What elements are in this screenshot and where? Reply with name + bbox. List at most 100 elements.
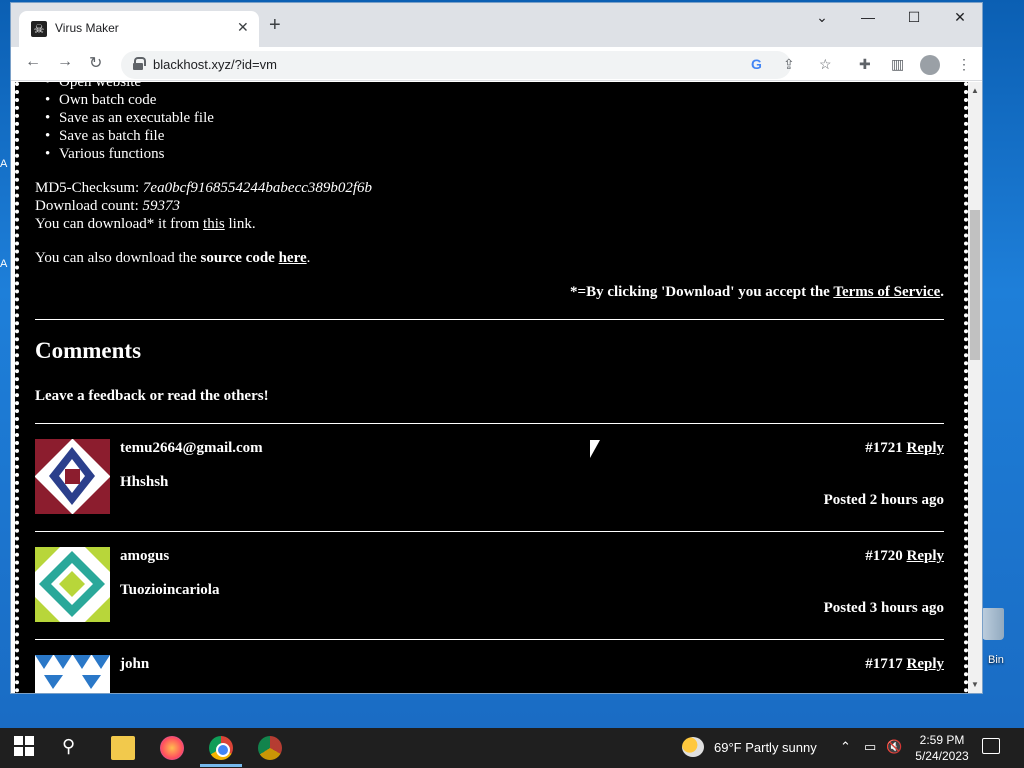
page-viewport: Open website Own batch code Save as an e… xyxy=(11,82,982,693)
desktop-icon-label[interactable]: A xyxy=(0,158,7,170)
menu-kebab-icon[interactable]: ⋮ xyxy=(957,56,971,73)
download-prefix: You can download* it from xyxy=(35,216,204,232)
reply-link[interactable]: Reply xyxy=(907,656,945,672)
file-explorer-icon[interactable] xyxy=(111,736,135,760)
reload-icon[interactable]: ↻ xyxy=(89,53,102,73)
mouse-cursor-icon xyxy=(590,440,600,458)
content-frame: Open website Own batch code Save as an e… xyxy=(15,82,968,693)
chevron-up-icon[interactable]: ⌃ xyxy=(840,739,851,755)
download-count-label: Download count: xyxy=(35,198,143,214)
source-bold: source code xyxy=(200,250,275,266)
source-prefix: You can also download the xyxy=(35,250,201,266)
comment: temu2664@gmail.com #1721 Reply Hhshsh Po… xyxy=(35,439,944,529)
google-lens-icon[interactable]: G xyxy=(751,56,762,72)
scrollbar-thumb[interactable] xyxy=(970,210,980,360)
scrollbar[interactable]: ▲ ▼ xyxy=(968,82,982,693)
content: Open website Own batch code Save as an e… xyxy=(35,82,944,693)
bookmark-star-icon[interactable]: ☆ xyxy=(819,56,832,73)
avatar xyxy=(35,655,110,693)
tab-strip: ☠ Virus Maker ✕ + ⌄ — ☐ ✕ xyxy=(11,3,982,47)
comment-meta: #1717 Reply xyxy=(865,656,944,673)
feature-item: Save as batch file xyxy=(45,128,164,145)
address-bar[interactable]: blackhost.xyz/?id=vm G ⇪ xyxy=(121,51,795,79)
weather-text[interactable]: 69°F Partly sunny xyxy=(714,740,817,755)
minimize-button[interactable]: — xyxy=(853,9,883,25)
maximize-button[interactable]: ☐ xyxy=(899,9,929,26)
comments-subheading: Leave a feedback or read the others! xyxy=(35,388,269,404)
volume-muted-icon[interactable]: 🔇 xyxy=(886,739,902,755)
download-count-value: 59373 xyxy=(142,198,180,214)
taskbar: ⚲ 69°F Partly sunny ⌃ ▭ 🔇 2:59 PM 5/24/2… xyxy=(0,728,1024,768)
tos-row: *=By clicking 'Download' you accept the … xyxy=(570,284,944,301)
new-tab-button[interactable]: + xyxy=(269,15,281,35)
side-panel-icon[interactable]: ▥ xyxy=(891,56,904,73)
clock-date: 5/24/2023 xyxy=(915,749,969,763)
search-icon[interactable]: ⚲ xyxy=(62,736,86,760)
download-count-row: Download count: 59373 xyxy=(35,198,180,215)
tab-virus-maker[interactable]: ☠ Virus Maker ✕ xyxy=(19,11,259,47)
comment-time: Posted 2 hours ago xyxy=(823,492,944,508)
tab-search-button[interactable]: ⌄ xyxy=(807,9,837,26)
skull-flag-icon: ☠ xyxy=(31,21,47,37)
tos-suffix: . xyxy=(940,284,944,300)
comment-author: amogus xyxy=(120,548,170,564)
notification-icon[interactable] xyxy=(982,738,1000,754)
download-suffix: link. xyxy=(224,216,256,232)
feature-item: Open website xyxy=(45,82,141,91)
md5-label: MD5-Checksum: xyxy=(35,180,143,196)
browser-toolbar: ← → ↻ blackhost.xyz/?id=vm G ⇪ ☆ ✚ ▥ ⋮ xyxy=(11,47,982,81)
extensions-puzzle-icon[interactable]: ✚ xyxy=(859,56,871,73)
download-link[interactable]: this xyxy=(203,216,225,232)
firefox-icon[interactable] xyxy=(160,736,184,760)
close-window-button[interactable]: ✕ xyxy=(945,9,975,26)
share-icon[interactable]: ⇪ xyxy=(783,56,795,73)
source-row: You can also download the source code he… xyxy=(35,250,310,267)
md5-row: MD5-Checksum: 7ea0bcf9168554244babecc389… xyxy=(35,180,372,197)
comment-meta: #1721 Reply xyxy=(865,440,944,457)
back-arrow-icon[interactable]: ← xyxy=(25,53,41,71)
tos-link[interactable]: Terms of Service xyxy=(833,284,940,300)
feature-item: Various functions xyxy=(45,146,164,163)
feature-item: Save as an executable file xyxy=(45,110,214,127)
divider xyxy=(35,423,944,424)
download-row: You can download* it from this link. xyxy=(35,216,256,233)
divider xyxy=(35,639,944,640)
active-app-indicator xyxy=(200,764,242,767)
divider xyxy=(35,319,944,320)
chrome-icon[interactable] xyxy=(209,736,233,760)
reply-link[interactable]: Reply xyxy=(907,440,945,456)
comment: john #1717 Reply xyxy=(35,655,944,693)
comment-text: Tuozioincariola xyxy=(120,582,220,598)
forward-arrow-icon[interactable]: → xyxy=(57,53,73,71)
scroll-down-arrow-icon[interactable]: ▼ xyxy=(971,680,979,689)
reply-link[interactable]: Reply xyxy=(907,548,945,564)
md5-value: 7ea0bcf9168554244babecc389b02f6b xyxy=(142,180,373,196)
clock[interactable]: 2:59 PM 5/24/2023 xyxy=(906,732,978,764)
scroll-up-arrow-icon[interactable]: ▲ xyxy=(971,86,979,95)
divider xyxy=(35,531,944,532)
comment-id: #1720 xyxy=(865,548,903,564)
windows-start-icon[interactable] xyxy=(14,736,38,760)
comment: amogus #1720 Reply Tuozioincariola Poste… xyxy=(35,547,944,637)
comment-text: Hhshsh xyxy=(120,474,169,490)
comment-meta: #1720 Reply xyxy=(865,548,944,565)
tab-close-icon[interactable]: ✕ xyxy=(237,19,249,36)
profile-avatar-icon[interactable] xyxy=(920,55,940,75)
url-text[interactable]: blackhost.xyz/?id=vm xyxy=(153,57,277,72)
source-suffix: . xyxy=(306,250,311,266)
chrome-profile-icon[interactable] xyxy=(258,736,282,760)
comment-author: john xyxy=(120,656,150,672)
lock-icon[interactable] xyxy=(133,57,146,70)
tab-title: Virus Maker xyxy=(55,21,119,35)
desktop-icon-label[interactable]: A xyxy=(0,258,7,270)
comments-heading: Comments xyxy=(35,338,142,363)
network-icon[interactable]: ▭ xyxy=(864,739,876,755)
tos-prefix: *=By clicking 'Download' you accept the xyxy=(570,284,834,300)
avatar xyxy=(35,547,110,622)
avatar xyxy=(35,439,110,514)
comment-id: #1717 xyxy=(865,656,903,672)
partly-sunny-icon[interactable] xyxy=(682,737,704,757)
browser-window: ☠ Virus Maker ✕ + ⌄ — ☐ ✕ ← → ↻ blackhos… xyxy=(10,2,983,694)
recycle-bin-icon xyxy=(982,608,1004,640)
source-link[interactable]: here xyxy=(279,250,307,266)
